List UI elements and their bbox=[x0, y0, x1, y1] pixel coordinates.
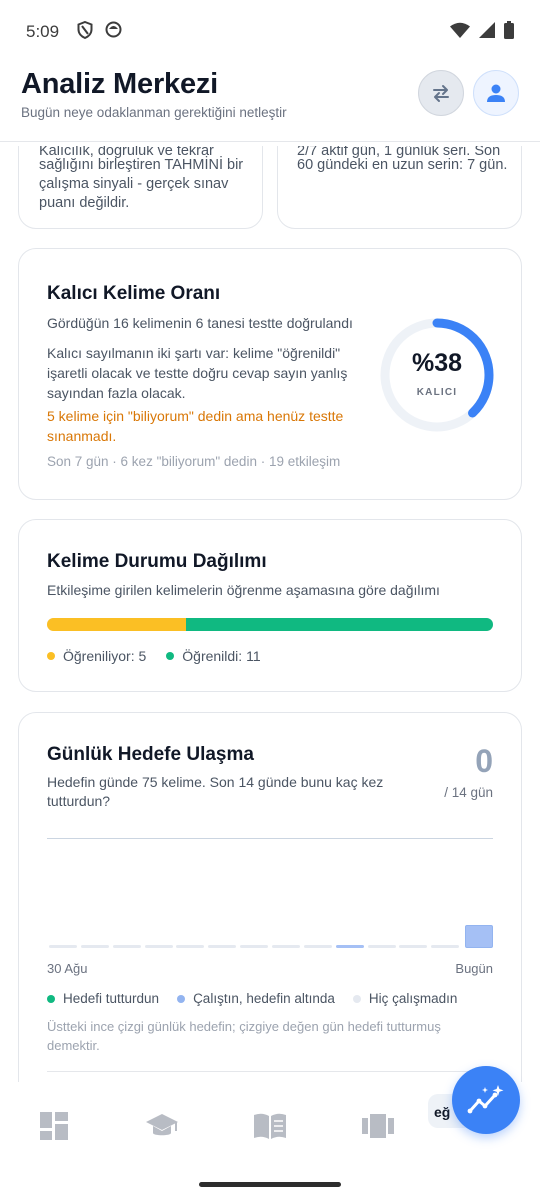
distribution-legend-item: Öğreniliyor: 5 bbox=[47, 648, 146, 664]
retention-subtitle: Gördüğün 16 kelimenin 6 tanesi testte do… bbox=[47, 315, 353, 331]
goal-hit-count-suffix: / 14 gün bbox=[444, 785, 493, 800]
daily-bar bbox=[112, 944, 141, 948]
word-status-distribution-card: Kelime Durumu Dağılımı Etkileşime girile… bbox=[18, 519, 522, 692]
open-book-icon bbox=[254, 1113, 286, 1139]
daily-bar bbox=[303, 944, 332, 948]
screen: 5:09 Analiz Merkezi Bugün neye odaklanma… bbox=[0, 0, 540, 1200]
page-title: Analiz Merkezi bbox=[21, 68, 219, 100]
legend-dot bbox=[47, 652, 55, 660]
card-divider bbox=[47, 1071, 493, 1072]
status-time: 5:09 bbox=[26, 22, 60, 41]
readiness-card: Kalıcılık, doğruluk ve tekrar sağlığını … bbox=[18, 142, 263, 229]
status-bar: 5:09 bbox=[0, 0, 540, 64]
profile-button[interactable] bbox=[473, 70, 519, 116]
distribution-legend: Öğreniliyor: 5 Öğrenildi: 11 bbox=[47, 648, 261, 664]
nav-dashboard[interactable] bbox=[34, 1106, 74, 1146]
daily-goal-note: Üstteki ince çizgi günlük hedefin; çizgi… bbox=[47, 1019, 441, 1053]
daily-goal-subtitle: Hedefin günde 75 kelime. Son 14 günde bu… bbox=[47, 774, 384, 809]
distribution-subtitle: Etkileşime girilen kelimelerin öğrenme a… bbox=[47, 582, 440, 598]
distribution-segment bbox=[47, 618, 187, 631]
streak-card: 2/7 aktif gün, 1 günlük seri. Son 60 gün… bbox=[277, 142, 522, 229]
legend-dot bbox=[177, 994, 186, 1003]
daily-goal-card: Günlük Hedefe Ulaşma Hedefin günde 75 ke… bbox=[18, 712, 522, 1082]
daily-bar bbox=[176, 944, 205, 948]
legend-label: Hedefi tutturdun bbox=[63, 991, 160, 1006]
person-icon bbox=[487, 84, 505, 102]
swap-button[interactable] bbox=[418, 70, 464, 116]
retention-ring-label: KALICI bbox=[416, 387, 458, 398]
graduation-cap-icon bbox=[146, 1114, 178, 1136]
retention-ring: %38 KALICI bbox=[377, 315, 497, 435]
shield-icon bbox=[77, 20, 93, 44]
daily-bar bbox=[335, 944, 364, 948]
retention-card-title: Kalıcı Kelime Oranı bbox=[47, 283, 221, 304]
nav-flashcards[interactable] bbox=[358, 1106, 398, 1146]
legend-label: Hiç çalışmadın bbox=[368, 991, 458, 1006]
battery-icon bbox=[504, 20, 514, 44]
retention-rate-card: Kalıcı Kelime Oranı Gördüğün 16 kelimeni… bbox=[18, 248, 522, 500]
daily-bar bbox=[431, 944, 460, 948]
daily-bar bbox=[465, 924, 493, 948]
distribution-segment bbox=[186, 618, 493, 631]
distribution-bar bbox=[47, 618, 493, 631]
readiness-line-3: puanı değildir. bbox=[39, 195, 130, 211]
retention-percentage: %38 bbox=[411, 349, 463, 377]
x-axis-start-label: 30 Ağu bbox=[47, 961, 88, 976]
streak-line-1: 60 gündeki en uzun serin: 7 gün. bbox=[297, 157, 508, 173]
page-subtitle: Bugün neye odaklanman gerektiğini netleş… bbox=[21, 105, 287, 120]
legend-dot bbox=[352, 994, 361, 1003]
daily-bar bbox=[271, 944, 300, 948]
daily-bar bbox=[48, 944, 77, 948]
app-header: Analiz Merkezi Bugün neye odaklanman ger… bbox=[0, 64, 540, 142]
daily-goal-legend: Hedefi tutturdun Çalıştın, hedefin altınd… bbox=[47, 991, 457, 1006]
daily-bar bbox=[208, 944, 237, 948]
dashboard-icon bbox=[40, 1112, 68, 1140]
x-axis-end-label: Bugün bbox=[455, 961, 493, 976]
legend-label: Öğrenildi: 11 bbox=[182, 648, 261, 664]
daily-legend-item: Hiç çalışmadın bbox=[352, 991, 458, 1006]
daily-bar bbox=[144, 944, 173, 948]
readiness-line-1: sağlığını birleştiren TAHMİNİ bir bbox=[39, 157, 244, 173]
retention-warning: 5 kelime için "biliyorum" dedin ama henü… bbox=[47, 408, 344, 444]
daily-bar bbox=[240, 944, 269, 948]
cards-icon bbox=[362, 1114, 394, 1138]
signal-icon bbox=[479, 21, 495, 43]
sparkle-trend-icon bbox=[467, 1085, 504, 1114]
daily-legend-item: Çalıştın, hedefin altında bbox=[177, 991, 335, 1006]
legend-dot bbox=[166, 652, 175, 660]
nav-analysis-label: eğ bbox=[434, 1104, 451, 1120]
daily-goal-title: Günlük Hedefe Ulaşma bbox=[47, 744, 254, 765]
nav-dictionary[interactable] bbox=[250, 1106, 290, 1146]
retention-description: Kalıcı sayılmanın iki şartı var: kelime … bbox=[47, 345, 348, 401]
daily-legend-item: Hedefi tutturdun bbox=[47, 991, 159, 1006]
wifi-icon bbox=[450, 22, 470, 43]
app-notification-icon bbox=[105, 21, 122, 43]
swap-arrows-icon bbox=[433, 85, 449, 102]
daily-bar bbox=[399, 944, 428, 948]
daily-bar bbox=[367, 944, 396, 948]
home-indicator[interactable] bbox=[199, 1182, 341, 1187]
legend-label: Çalıştın, hedefin altında bbox=[193, 991, 335, 1006]
daily-bar bbox=[80, 944, 109, 948]
legend-label: Öğreniliyor: 5 bbox=[63, 648, 147, 664]
readiness-line-2: çalışma sinyali - gerçek sınav bbox=[39, 176, 229, 192]
nav-learn[interactable] bbox=[142, 1106, 182, 1146]
analysis-content[interactable]: Kalıcılık, doğruluk ve tekrar sağlığını … bbox=[0, 142, 540, 1082]
distribution-legend-item: Öğrenildi: 11 bbox=[166, 648, 261, 664]
distribution-card-title: Kelime Durumu Dağılımı bbox=[47, 551, 267, 572]
daily-bars bbox=[47, 838, 493, 948]
legend-dot bbox=[47, 994, 55, 1003]
insights-fab[interactable] bbox=[452, 1066, 520, 1134]
retention-meta: Son 7 gün · 6 kez "biliyorum" dedin · 19… bbox=[47, 454, 341, 469]
goal-hit-count: 0 bbox=[475, 743, 493, 779]
